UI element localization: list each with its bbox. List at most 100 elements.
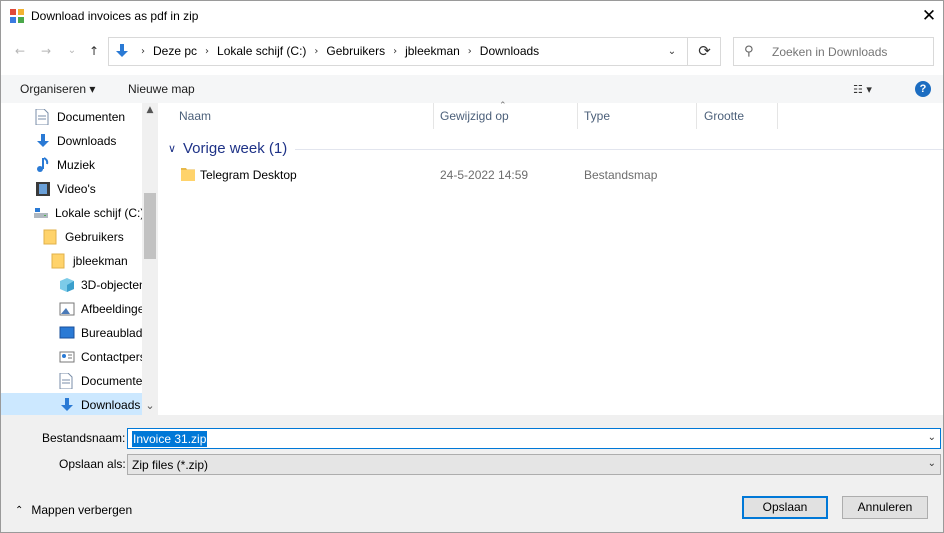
sidebar-item[interactable]: Afbeeldingen: [1, 297, 142, 321]
save-options-panel: Bestandsnaam: Invoice 31.zip ⌄ Opslaan a…: [1, 415, 943, 532]
back-button[interactable]: ←: [11, 41, 29, 61]
picture-icon: [59, 301, 75, 317]
breadcrumb-separator-icon[interactable]: ›: [468, 46, 472, 57]
navigation-pane: Documenten Downloads Muziek Video's Lokale s…: [1, 103, 158, 417]
breadcrumb-separator-icon[interactable]: ›: [314, 46, 318, 57]
save-button[interactable]: Opslaan: [742, 496, 828, 519]
group-divider: [295, 149, 943, 150]
breadcrumb-separator-icon[interactable]: ›: [205, 46, 209, 57]
savetype-label: Opslaan als:: [59, 457, 126, 471]
sidebar-item-label: Documenten: [81, 374, 142, 388]
sidebar-item[interactable]: 3D-objecten: [1, 273, 142, 297]
view-options-icon[interactable]: ☷ ▾: [853, 83, 872, 96]
help-icon[interactable]: ?: [915, 81, 931, 97]
sidebar-item-label: 3D-objecten: [81, 278, 142, 292]
hide-folders-label: Mappen verbergen: [31, 503, 133, 517]
sidebar-item-label: jbleekman: [73, 254, 128, 268]
title-bar: Download invoices as pdf in zip ✕: [1, 1, 943, 32]
search-box[interactable]: ⚲: [733, 37, 934, 66]
sidebar-item[interactable]: Muziek: [1, 153, 142, 177]
sidebar-item[interactable]: Documenten: [1, 105, 142, 129]
sidebar-item[interactable]: Gebruikers: [1, 225, 142, 249]
sidebar-item[interactable]: Downloads: [1, 393, 142, 417]
breadcrumb-separator-icon[interactable]: ›: [141, 46, 145, 57]
sidebar-item-label: Documenten: [57, 110, 126, 124]
sidebar-item-label: Muziek: [57, 158, 96, 172]
chevron-down-icon[interactable]: ⌄: [928, 432, 936, 443]
column-divider[interactable]: [696, 103, 697, 129]
search-input[interactable]: [772, 45, 922, 59]
folder-icon: [43, 229, 59, 245]
address-dropdown-button[interactable]: ⌄: [661, 38, 683, 65]
download-arrow-icon: [35, 133, 51, 149]
sidebar-item[interactable]: Documenten: [1, 369, 142, 393]
sidebar-item-label: Downloads: [81, 398, 141, 412]
scroll-down-icon[interactable]: ⌄: [145, 399, 155, 412]
column-header-type[interactable]: Type: [584, 109, 610, 123]
film-icon: [35, 181, 51, 197]
hide-folders-toggle[interactable]: ⌃ Mappen verbergen: [15, 503, 132, 517]
scroll-up-icon[interactable]: ▲: [145, 105, 155, 115]
column-header-size[interactable]: Grootte: [704, 109, 744, 123]
sidebar-item[interactable]: Contactpersonen: [1, 345, 142, 369]
filename-label: Bestandsnaam:: [42, 431, 126, 445]
sidebar-item-label: Bureaublad: [81, 326, 142, 340]
window-title: Download invoices as pdf in zip: [31, 9, 199, 23]
sidebar-item[interactable]: Video's: [1, 177, 142, 201]
savetype-value: Zip files (*.zip): [132, 458, 209, 472]
chevron-up-icon: ⌃: [15, 504, 24, 516]
sidebar-item[interactable]: Lokale schijf (C:): [1, 201, 142, 225]
column-header-modified[interactable]: Gewijzigd op: [440, 109, 509, 123]
sidebar-scrollbar[interactable]: ▲ ⌄: [142, 103, 158, 415]
group-header[interactable]: Vorige week (1): [183, 140, 287, 157]
sidebar-item-label: Video's: [57, 182, 96, 196]
breadcrumb-item[interactable]: Gebruikers: [326, 44, 385, 58]
sidebar-item[interactable]: jbleekman: [1, 249, 142, 273]
cancel-button[interactable]: Annuleren: [842, 496, 928, 519]
app-icon: [10, 9, 24, 23]
column-divider[interactable]: [433, 103, 434, 129]
sidebar-item-label: Afbeeldingen: [81, 302, 142, 316]
file-name: Telegram Desktop: [200, 168, 297, 182]
breadcrumb-item[interactable]: Downloads: [480, 44, 539, 58]
sidebar-item[interactable]: Bureaublad: [1, 321, 142, 345]
forward-button[interactable]: →: [37, 41, 55, 61]
scrollbar-thumb[interactable]: [144, 193, 156, 259]
chevron-down-icon[interactable]: ⌄: [928, 458, 936, 469]
recent-locations-button[interactable]: ⌄: [63, 41, 81, 61]
file-row[interactable]: Telegram Desktop 24-5-2022 14:59 Bestand…: [175, 163, 935, 185]
filename-field[interactable]: Invoice 31.zip ⌄: [127, 428, 941, 449]
file-list: Naam ⌃ Gewijzigd op Type Grootte ∨ Vorig…: [159, 101, 943, 415]
column-divider[interactable]: [577, 103, 578, 129]
document-icon: [35, 108, 51, 126]
breadcrumb-item[interactable]: Deze pc: [153, 44, 197, 58]
command-bar: Organiseren ▾ Nieuwe map ☷ ▾ ?: [1, 75, 943, 103]
new-folder-button[interactable]: Nieuwe map: [128, 82, 195, 96]
breadcrumb: › Deze pc › Lokale schijf (C:) › Gebruikers › j…: [133, 44, 539, 58]
refresh-button[interactable]: ⟳: [687, 38, 721, 65]
folder-icon: [181, 168, 195, 181]
savetype-select[interactable]: Zip files (*.zip) ⌄: [127, 454, 941, 475]
column-divider[interactable]: [777, 103, 778, 129]
download-arrow-icon: [116, 44, 128, 57]
sidebar-item-label: Gebruikers: [65, 230, 124, 244]
breadcrumb-separator-icon[interactable]: ›: [393, 46, 397, 57]
document-icon: [59, 372, 75, 390]
sidebar-item-label: Lokale schijf (C:): [55, 206, 142, 220]
group-collapse-icon[interactable]: ∨: [168, 142, 176, 155]
filename-input[interactable]: Invoice 31.zip: [132, 431, 208, 447]
up-button[interactable]: ↑: [85, 41, 103, 61]
folder-icon: [51, 253, 67, 269]
download-arrow-icon: [59, 397, 75, 413]
breadcrumb-item[interactable]: Lokale schijf (C:): [217, 44, 306, 58]
column-header-name[interactable]: Naam: [179, 109, 211, 123]
organize-button[interactable]: Organiseren ▾: [20, 82, 95, 96]
sidebar-item[interactable]: Downloads: [1, 129, 142, 153]
sidebar-item-label: Contactpersonen: [81, 350, 142, 364]
contact-card-icon: [59, 349, 75, 365]
close-icon[interactable]: ✕: [917, 5, 941, 27]
save-dialog: Download invoices as pdf in zip ✕ ← → ⌄ …: [0, 0, 944, 533]
music-note-icon: [35, 157, 51, 173]
breadcrumb-item[interactable]: jbleekman: [405, 44, 460, 58]
address-bar[interactable]: › Deze pc › Lokale schijf (C:) › Gebruikers › j…: [108, 37, 721, 66]
